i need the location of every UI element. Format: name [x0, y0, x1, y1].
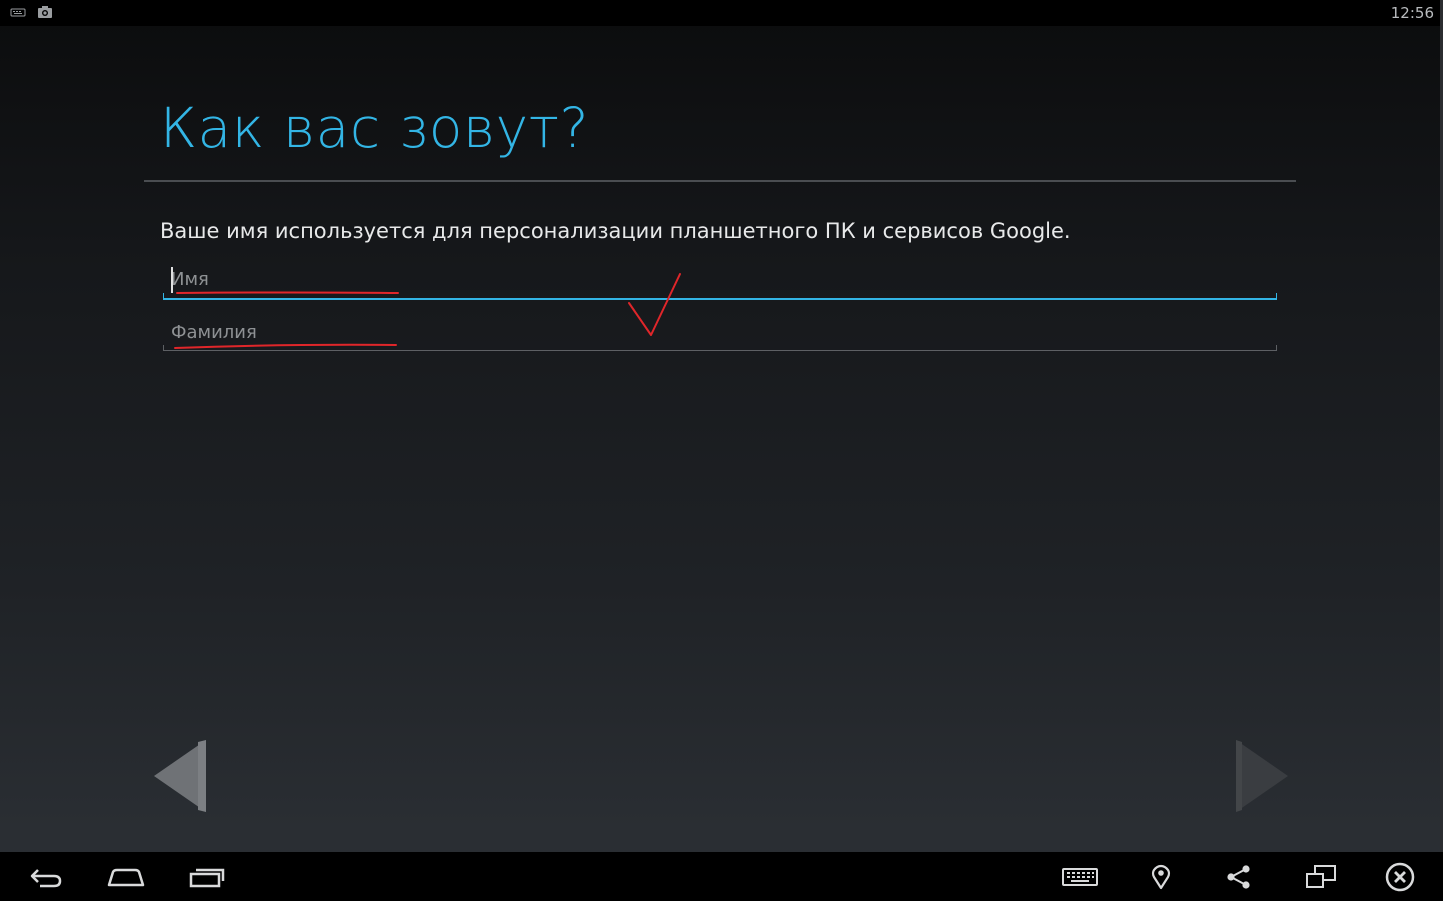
last-name-input[interactable] — [171, 317, 1261, 347]
underline-tick-left — [163, 293, 164, 300]
last-name-field[interactable] — [163, 317, 1277, 351]
keyboard-icon — [10, 8, 26, 17]
home-button[interactable] — [101, 852, 151, 901]
close-icon — [1385, 862, 1415, 891]
forward-arrow-icon[interactable] — [1232, 738, 1292, 814]
keyboard-button[interactable] — [1058, 852, 1102, 901]
title-divider — [144, 180, 1296, 182]
first-name-field[interactable] — [163, 264, 1277, 300]
share-button[interactable] — [1222, 852, 1256, 901]
keyboard-icon — [1062, 867, 1098, 886]
text-cursor — [171, 267, 173, 293]
page-title: Как вас зовут? — [160, 96, 590, 160]
status-bar: 12:56 — [0, 0, 1443, 26]
screenshot-icon — [38, 6, 52, 18]
rotate-screen-icon — [1306, 864, 1336, 888]
setup-screen: 12:56 Как вас зовут? Ваше имя использует… — [0, 0, 1443, 901]
first-name-input[interactable] — [171, 264, 1261, 294]
close-button[interactable] — [1381, 852, 1419, 901]
rotate-screen-button[interactable] — [1301, 852, 1341, 901]
back-icon — [30, 868, 62, 887]
recent-apps-icon — [189, 868, 225, 887]
underline-tick-left — [163, 345, 164, 351]
system-navigation-bar — [0, 852, 1443, 901]
location-button[interactable] — [1145, 852, 1177, 901]
location-icon — [1151, 864, 1171, 889]
underline-tick-right — [1276, 293, 1277, 300]
back-arrow-icon[interactable] — [150, 738, 210, 814]
share-icon — [1227, 864, 1250, 889]
recent-apps-button[interactable] — [184, 852, 230, 901]
underline-tick-right — [1276, 345, 1277, 351]
description-text: Ваше имя используется для персонализации… — [160, 219, 1071, 243]
back-button[interactable] — [24, 852, 68, 901]
home-icon — [107, 868, 145, 886]
last-name-underline — [163, 350, 1277, 351]
first-name-underline — [163, 298, 1277, 300]
status-time: 12:56 — [1390, 4, 1434, 22]
